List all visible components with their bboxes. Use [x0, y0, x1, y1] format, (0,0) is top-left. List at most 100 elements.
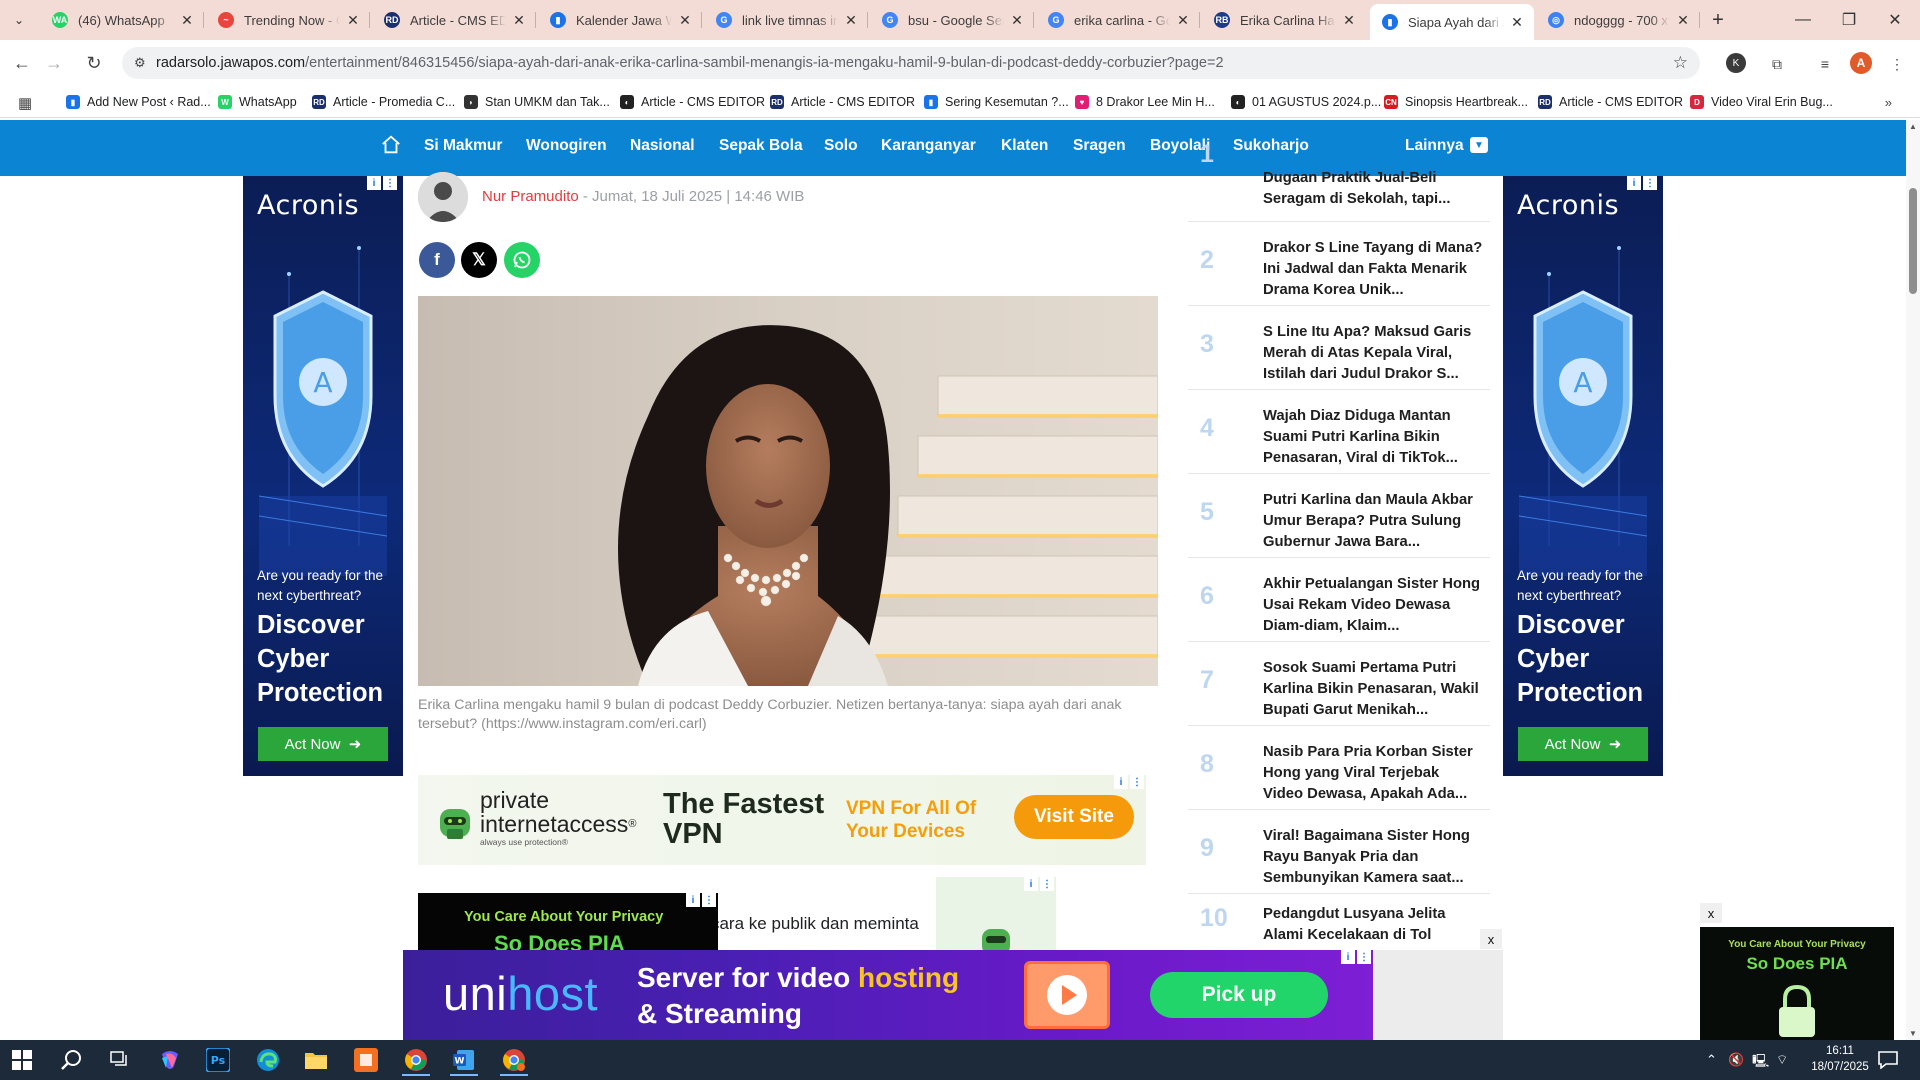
scroll-up-icon[interactable]: ▲ — [1909, 122, 1917, 131]
browser-tab[interactable]: Glink live timnas ind ✕ — [704, 4, 868, 36]
notifications-icon[interactable] — [1868, 1044, 1908, 1076]
bookmark-star-icon[interactable]: ☆ — [1673, 53, 1688, 73]
edge-icon[interactable] — [248, 1044, 288, 1076]
copilot-icon[interactable] — [150, 1044, 190, 1076]
tab-close-icon[interactable]: ✕ — [676, 11, 694, 29]
tab-close-icon[interactable]: ✕ — [1508, 13, 1526, 31]
tab-close-icon[interactable]: ✕ — [1174, 11, 1192, 29]
bookmark-item[interactable]: ▮ Add New Post ‹ Rad... — [66, 92, 211, 112]
popular-item[interactable]: 3 S Line Itu Apa? Maksud Garis Merah di A… — [1188, 306, 1490, 390]
ad-choices[interactable]: i ⋮ — [367, 176, 397, 190]
nav-item[interactable]: Klaten — [1001, 137, 1048, 155]
act-now-button[interactable]: Act Now ➜ — [258, 727, 388, 761]
page-scrollbar[interactable]: ▲ ▼ — [1906, 120, 1920, 1040]
popular-item[interactable]: 4 Wajah Diaz Diduga Mantan Suami Putri Ka… — [1188, 390, 1490, 474]
popular-title[interactable]: Akhir Petualangan Sister Hong Usai Rekam… — [1263, 574, 1483, 637]
close-window-button[interactable]: ✕ — [1872, 0, 1918, 40]
menu-kebab-icon[interactable]: ⋮ — [1886, 53, 1908, 75]
bookmark-item[interactable]: ◐ 01 AGUSTUS 2024.p... — [1231, 92, 1381, 112]
home-icon[interactable] — [380, 134, 402, 156]
bookmark-item[interactable]: ◗ Stan UMKM dan Tak... — [464, 92, 610, 112]
popular-title[interactable]: S Line Itu Apa? Maksud Garis Merah di At… — [1263, 322, 1483, 385]
visit-site-button[interactable]: Visit Site — [1014, 795, 1134, 839]
extension-k-icon[interactable]: K — [1726, 53, 1746, 73]
popular-title[interactable]: Nasib Para Pria Korban Sister Hong yang … — [1263, 742, 1483, 805]
nav-item[interactable]: Wonogiren — [526, 137, 607, 155]
nav-item[interactable]: Sragen — [1073, 137, 1126, 155]
act-now-button[interactable]: Act Now ➜ — [1518, 727, 1648, 761]
browser-tab[interactable]: WA (46) WhatsApp ✕ — [40, 4, 204, 36]
tab-close-icon[interactable]: ✕ — [344, 11, 362, 29]
pia-corner-ad[interactable]: You Care About Your Privacy So Does PIA — [1700, 927, 1894, 1040]
chrome-icon[interactable] — [396, 1044, 436, 1076]
nav-item[interactable]: Sepak Bola — [719, 137, 803, 155]
tab-close-icon[interactable]: ✕ — [842, 11, 860, 29]
reload-button[interactable]: ↻ — [80, 49, 108, 77]
system-clock[interactable]: 16:11 18/07/2025 — [1805, 1043, 1875, 1075]
file-explorer-icon[interactable] — [296, 1044, 336, 1076]
popular-item[interactable]: 8 Nasib Para Pria Korban Sister Hong yang… — [1188, 726, 1490, 810]
popular-item[interactable]: 9 Viral! Bagaimana Sister Hong Rayu Banya… — [1188, 810, 1490, 894]
popular-title[interactable]: Viral! Bagaimana Sister Hong Rayu Banyak… — [1263, 826, 1483, 889]
bookmark-item[interactable]: ▮ Sering Kesemutan ?... — [924, 92, 1069, 112]
share-whatsapp-button[interactable] — [504, 242, 540, 278]
author-avatar[interactable] — [418, 172, 468, 222]
browser-tab[interactable]: RD Article - CMS EDIT✕ — [372, 4, 536, 36]
tab-close-icon[interactable]: ✕ — [178, 11, 196, 29]
browser-tab[interactable]: Gbsu - Google Sear ✕ — [870, 4, 1034, 36]
bookmark-item[interactable]: ◐ Article - CMS EDITOR — [620, 92, 765, 112]
bookmark-item[interactable]: D Video Viral Erin Bug... — [1690, 92, 1833, 112]
scroll-down-icon[interactable]: ▼ — [1909, 1029, 1917, 1038]
pia-vpn-ad[interactable]: private internetaccess® always use prote… — [418, 775, 1146, 865]
popular-item[interactable]: 5 Putri Karlina dan Maula Akbar Umur Bera… — [1188, 474, 1490, 558]
pia-inline-ad[interactable]: You Care About Your Privacy So Does PIA … — [418, 893, 718, 953]
ad-choices[interactable]: i ⋮ — [1114, 775, 1144, 789]
pick-up-button[interactable]: Pick up — [1150, 972, 1328, 1018]
bookmark-item[interactable]: RD Article - CMS EDITOR — [770, 92, 915, 112]
windows-start-icon[interactable] — [2, 1044, 42, 1076]
tab-close-icon[interactable]: ✕ — [1340, 11, 1358, 29]
bookmark-item[interactable]: ♥ 8 Drakor Lee Min H... — [1075, 92, 1215, 112]
nav-lainnya[interactable]: Lainnya — [1405, 137, 1464, 155]
browser-tab[interactable]: ▮ Siapa Ayah dari A ✕ — [1370, 4, 1534, 40]
popular-title[interactable]: Wajah Diaz Diduga Mantan Suami Putri Kar… — [1263, 406, 1483, 469]
bookmarks-overflow-icon[interactable]: » — [1885, 95, 1892, 110]
apps-grid-icon[interactable]: ▦ — [18, 94, 32, 112]
network-icon[interactable]: 🖳 — [1752, 1052, 1769, 1074]
search-icon[interactable] — [52, 1044, 92, 1076]
tray-chevron-up-icon[interactable]: ⌃ — [1706, 1052, 1717, 1068]
photoshop-icon[interactable]: Ps — [198, 1044, 238, 1076]
acronis-ad-right[interactable]: i ⋮ Acronis A Are you ready for the next … — [1503, 176, 1663, 776]
browser-tab[interactable]: Gerika carlina - Goo ✕ — [1036, 4, 1200, 36]
forward-button[interactable]: → — [40, 49, 68, 77]
bookmark-item[interactable]: W WhatsApp — [218, 92, 297, 112]
ad-choices[interactable]: i ⋮ — [1024, 877, 1054, 891]
chevron-down-icon[interactable]: ▼ — [1470, 137, 1488, 153]
popular-item[interactable]: 6 Akhir Petualangan Sister Hong Usai Reka… — [1188, 558, 1490, 642]
tab-close-icon[interactable]: ✕ — [1008, 11, 1026, 29]
popular-title[interactable]: Putri Karlina dan Maula Akbar Umur Berap… — [1263, 490, 1483, 553]
wifi-icon[interactable]: ⌔ — [1776, 1052, 1788, 1068]
bookmark-item[interactable]: RD Article - Promedia C... — [312, 92, 455, 112]
play-icon[interactable] — [1024, 961, 1110, 1029]
extensions-puzzle-icon[interactable]: ⧉ — [1766, 53, 1788, 75]
article-hero-image[interactable] — [418, 296, 1158, 686]
minimize-button[interactable]: — — [1780, 0, 1826, 40]
popular-title[interactable]: Dugaan Praktik Jual-Beli Seragam di Seko… — [1263, 168, 1483, 210]
tab-search-chevron-icon[interactable]: ⌄ — [6, 8, 32, 32]
popular-item[interactable]: 1 Dugaan Praktik Jual-Beli Seragam di Sek… — [1188, 140, 1490, 222]
close-ad-button[interactable]: x — [1480, 929, 1502, 949]
author-name[interactable]: Nur Pramudito — [482, 188, 579, 205]
back-button[interactable]: ← — [8, 49, 36, 77]
popular-title[interactable]: Sosok Suami Pertama Putri Karlina Bikin … — [1263, 658, 1483, 721]
scrollbar-thumb[interactable] — [1909, 188, 1917, 294]
unihost-ad[interactable]: unihost Server for video hosting & Strea… — [403, 950, 1373, 1040]
ad-choices[interactable]: i ⋮ — [686, 893, 716, 907]
profile-avatar[interactable]: A — [1850, 52, 1872, 74]
popular-item[interactable]: 2 Drakor S Line Tayang di Mana? Ini Jadwa… — [1188, 222, 1490, 306]
ad-choices[interactable]: i ⋮ — [1627, 176, 1657, 190]
task-view-icon[interactable] — [100, 1044, 140, 1076]
volume-muted-icon[interactable]: 🔇 — [1728, 1052, 1744, 1068]
nav-item[interactable]: Sukoharjo — [1233, 137, 1309, 155]
browser-tab[interactable]: ▮ Kalender Jawa We✕ — [538, 4, 702, 36]
